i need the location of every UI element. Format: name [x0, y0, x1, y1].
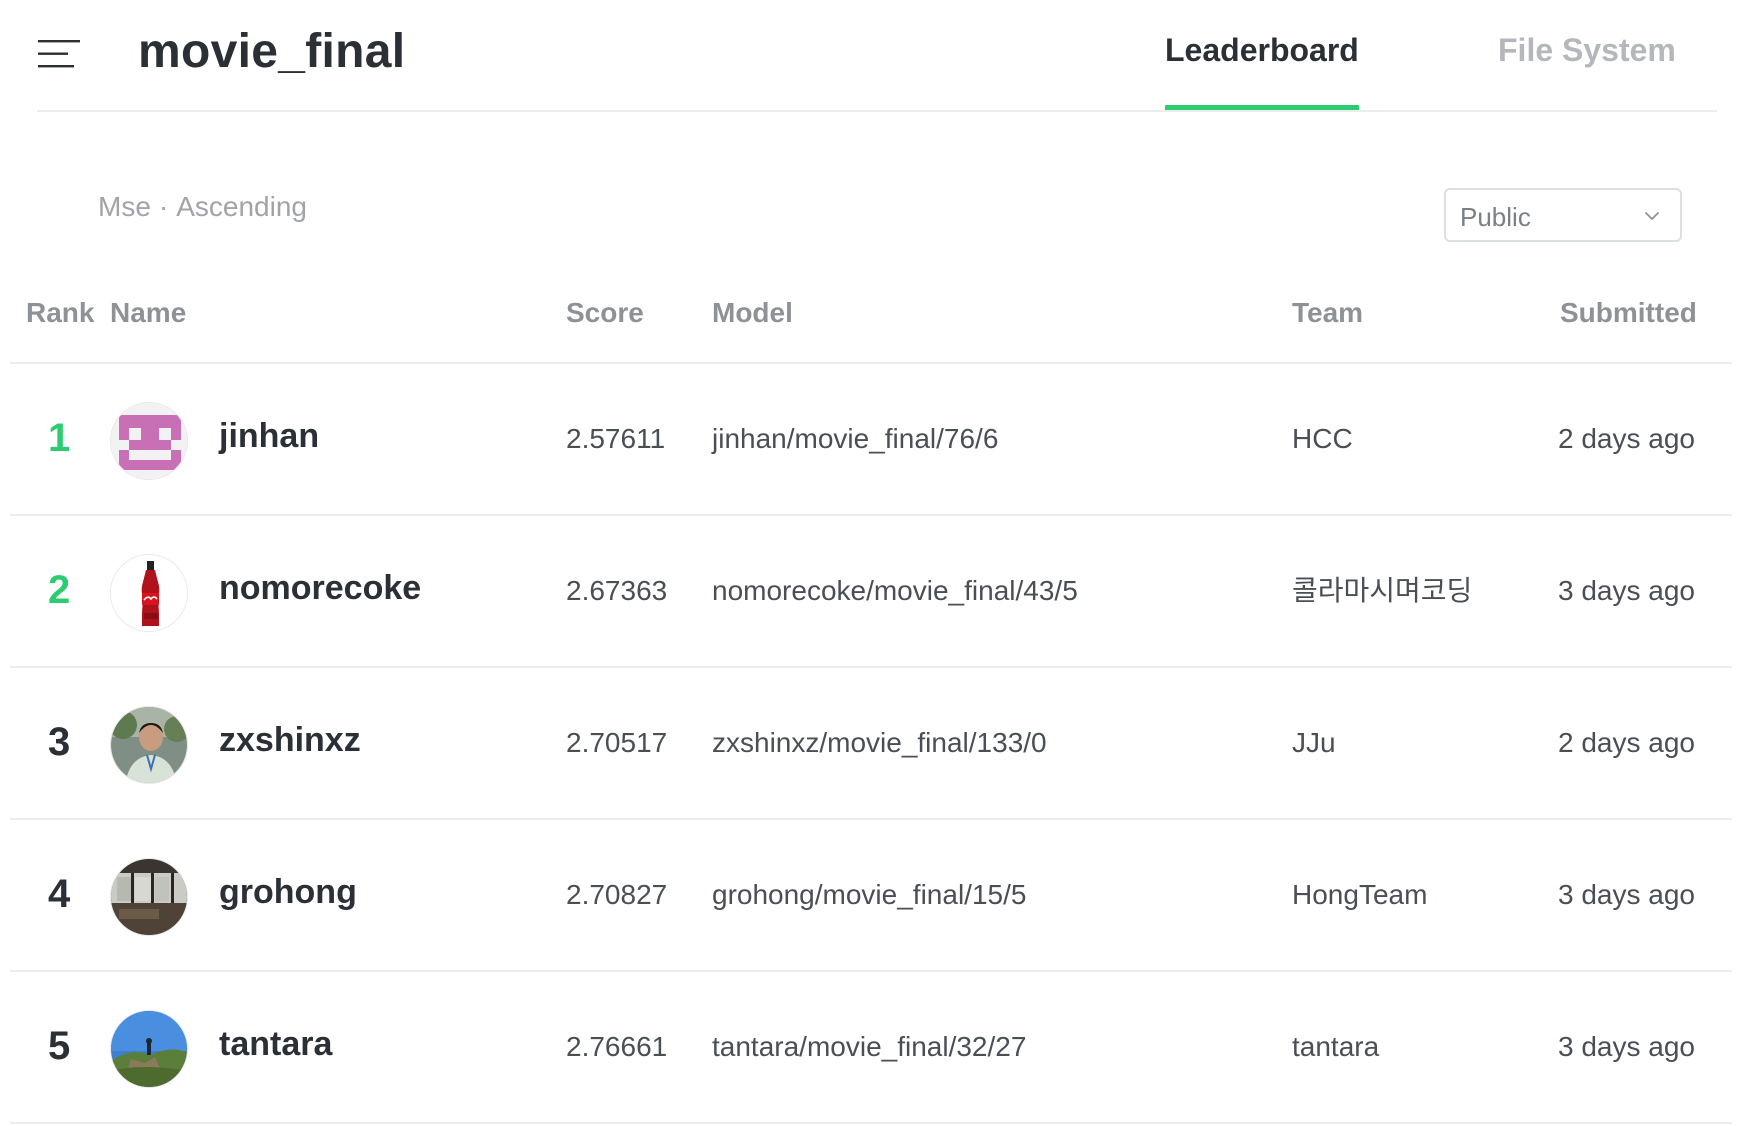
submitted-time: 2 days ago — [1558, 423, 1695, 454]
user-name[interactable]: zxshinxz — [219, 719, 361, 761]
person-photo-avatar[interactable] — [110, 706, 188, 784]
team-name: HongTeam — [1292, 879, 1428, 910]
user-name[interactable]: tantara — [219, 1023, 332, 1065]
column-header-rank: Rank — [26, 297, 95, 328]
metric-order: Ascending — [176, 191, 307, 222]
column-header-submitted: Submitted — [1560, 297, 1697, 328]
header-divider — [37, 110, 1717, 112]
table-row: 1 jinhan 2.57611 jinhan/movie_final/76/6… — [10, 364, 1732, 516]
model-link[interactable]: nomorecoke/movie_final/43/5 — [712, 573, 1078, 609]
submitted-time: 2 days ago — [1558, 727, 1695, 758]
menu-icon[interactable] — [38, 39, 80, 69]
team-name: JJu — [1292, 727, 1336, 758]
tab-leaderboard[interactable]: Leaderboard — [1165, 30, 1359, 70]
score-value: 2.70827 — [566, 879, 668, 910]
chevron-down-icon — [1644, 209, 1660, 221]
model-link[interactable]: zxshinxz/movie_final/133/0 — [712, 725, 1047, 761]
model-link[interactable]: jinhan/movie_final/76/6 — [712, 421, 998, 457]
room-photo-avatar[interactable] — [110, 858, 188, 936]
score-value: 2.70517 — [566, 727, 668, 758]
user-name[interactable]: nomorecoke — [219, 567, 421, 609]
metric-separator: · — [158, 191, 169, 222]
submitted-time: 3 days ago — [1558, 575, 1695, 606]
model-link[interactable]: tantara/movie_final/32/27 — [712, 1029, 1026, 1065]
submitted-time: 3 days ago — [1558, 879, 1695, 910]
column-header-team: Team — [1292, 297, 1364, 328]
model-link[interactable]: grohong/movie_final/15/5 — [712, 877, 1026, 913]
rank-value: 1 — [48, 416, 71, 460]
top-header: movie_final Leaderboard File System — [0, 0, 1752, 112]
leaderboard-visibility-select[interactable]: Public — [1444, 188, 1682, 242]
score-value: 2.67363 — [566, 575, 668, 606]
submitted-time: 3 days ago — [1558, 1031, 1695, 1062]
team-name: 콜라마시며코딩 — [1292, 575, 1473, 606]
score-value: 2.76661 — [566, 1031, 668, 1062]
rank-value: 5 — [48, 1024, 71, 1068]
user-name[interactable]: jinhan — [219, 415, 319, 457]
user-name[interactable]: grohong — [219, 871, 357, 913]
tab-file-system[interactable]: File System — [1498, 30, 1676, 70]
page-title: movie_final — [138, 25, 406, 78]
column-header-score: Score — [566, 297, 644, 328]
metric-name: Mse — [98, 191, 151, 222]
score-value: 2.57611 — [566, 423, 666, 454]
landscape-photo-avatar[interactable] — [110, 1010, 188, 1088]
metric-description: Mse · Ascending — [98, 190, 307, 224]
table-row: 5 tantara 2.76661 tantara/movie_final/32… — [10, 972, 1732, 1124]
rank-value: 3 — [48, 720, 71, 764]
table-row: 2 nomorecoke 2.67363 nomorecoke/movie_fi… — [10, 516, 1732, 668]
rank-value: 2 — [48, 568, 71, 612]
table-row: 4 grohong 2.70827 grohong/movie_final/15… — [10, 820, 1732, 972]
table-header: Rank Name Score Model Team Submitted — [10, 280, 1732, 364]
select-value: Public — [1460, 202, 1531, 232]
team-name: tantara — [1292, 1031, 1380, 1062]
column-header-name: Name — [110, 297, 187, 328]
column-header-model: Model — [712, 297, 793, 328]
pixel-pattern-avatar[interactable] — [110, 402, 188, 480]
rank-value: 4 — [48, 872, 71, 916]
table-row: 3 zxshinxz 2.70517 zxshinxz/movie_final/… — [10, 668, 1732, 820]
leaderboard-table-body: 1 jinhan 2.57611 jinhan/movie_final/76/6… — [10, 364, 1732, 1124]
team-name: HCC — [1292, 423, 1353, 454]
coke-bottle-avatar[interactable] — [110, 554, 188, 632]
